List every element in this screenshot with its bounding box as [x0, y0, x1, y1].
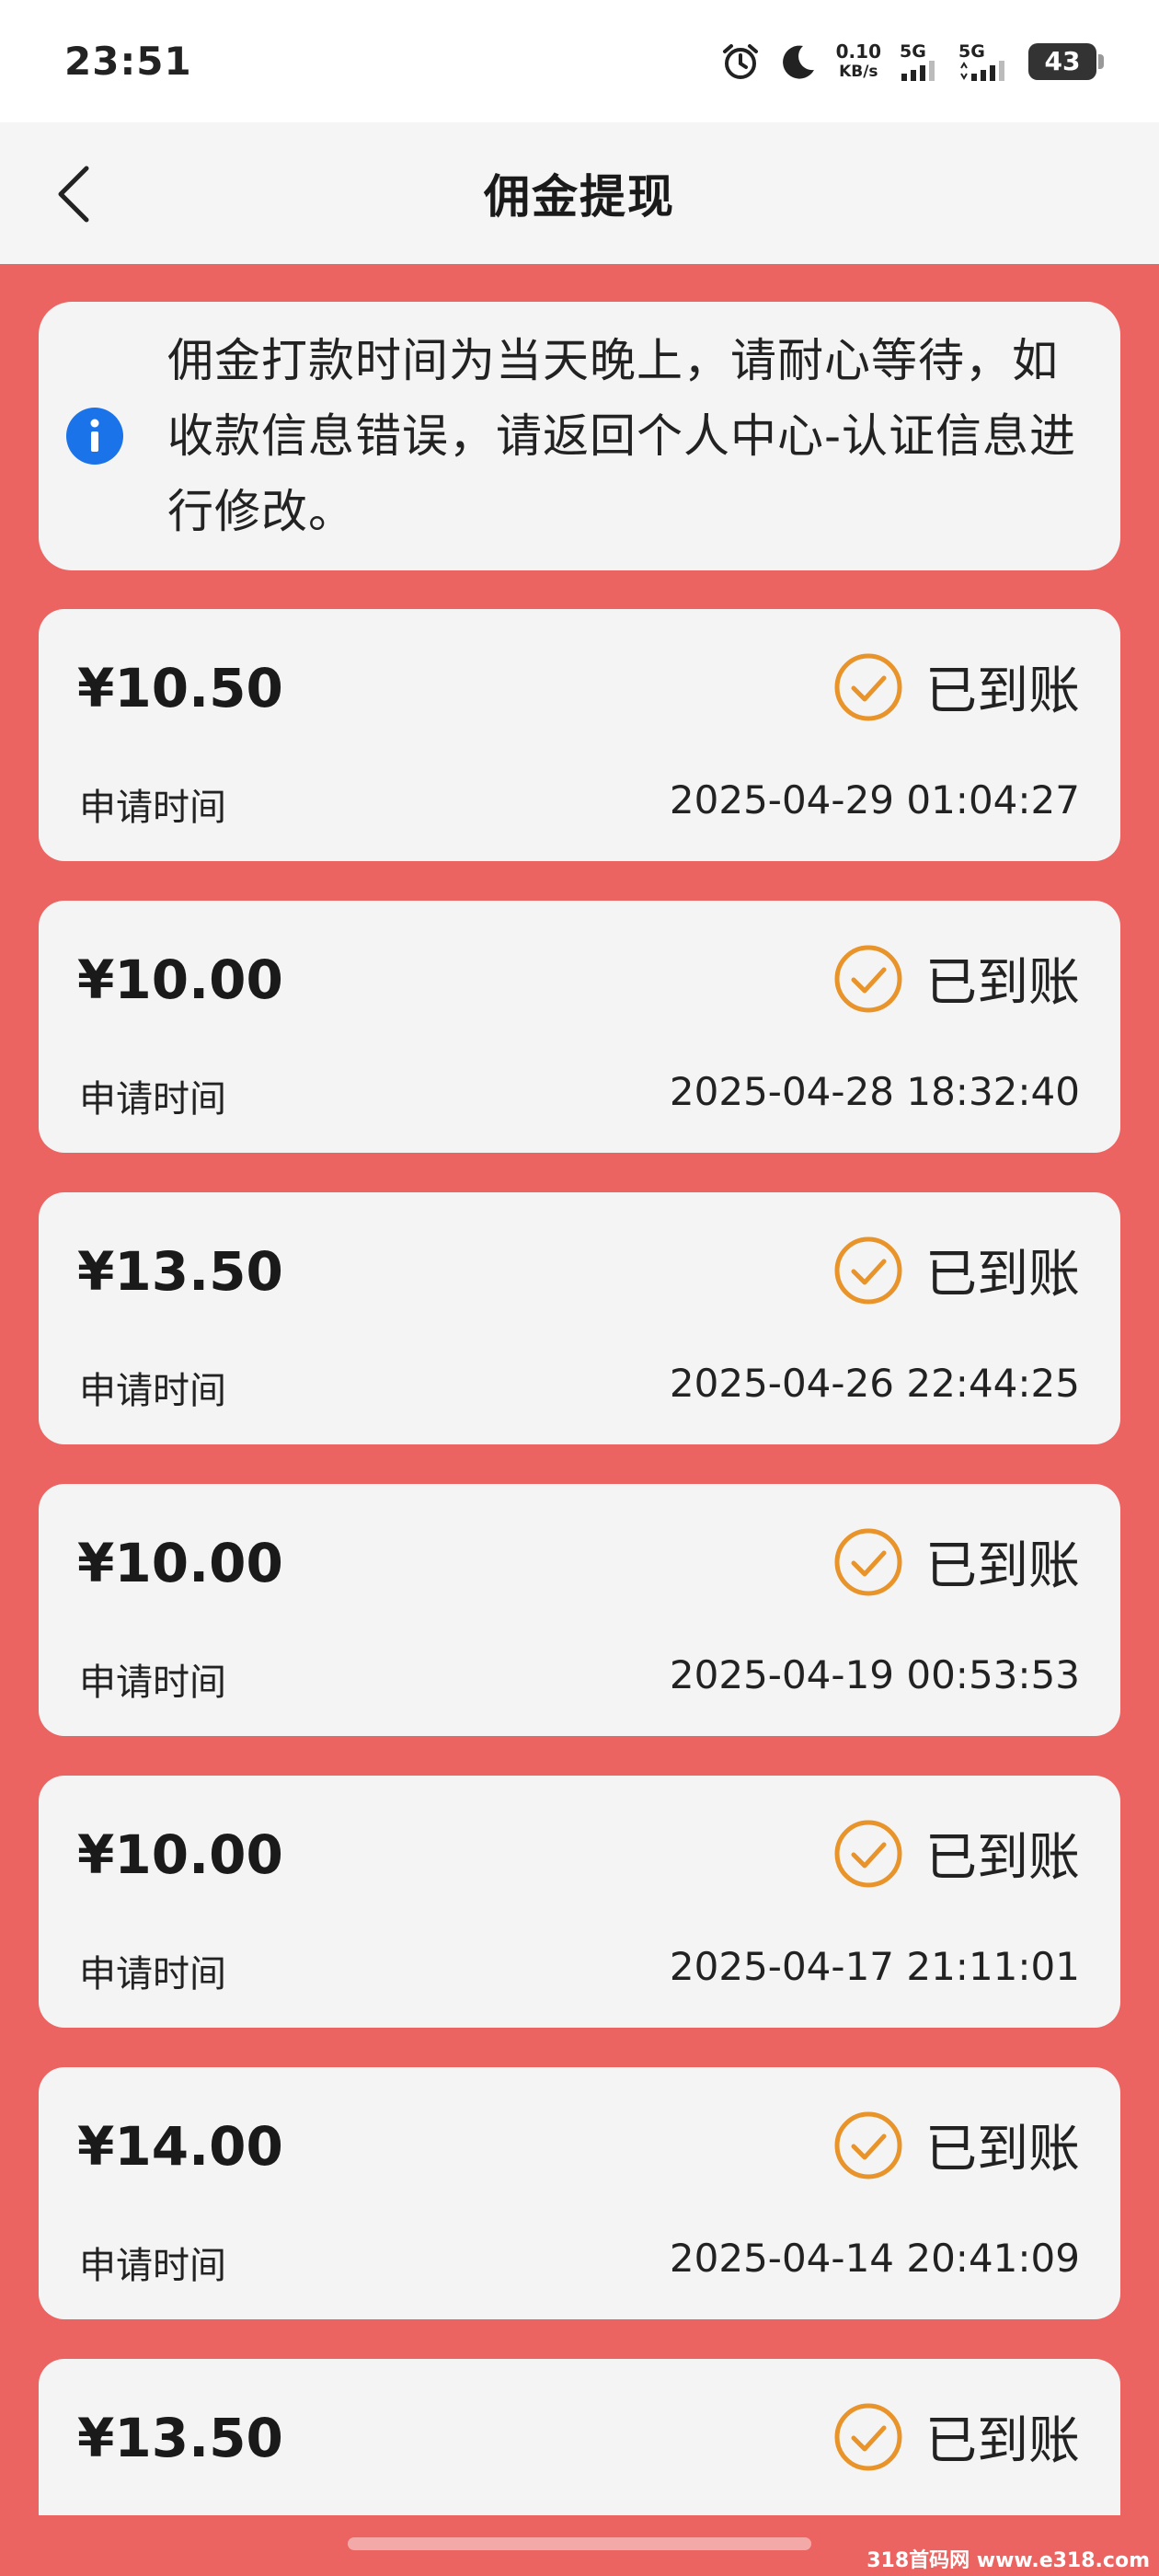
- status-badge: 已到账: [833, 941, 1080, 1016]
- signal-2: 5G: [958, 42, 1010, 81]
- list-item[interactable]: ¥10.00 已到账 申请时间 2025-04-28 18:32:40: [39, 901, 1120, 1153]
- signal-1-label: 5G: [900, 40, 926, 62]
- notice-banner: 佣金打款时间为当天晚上，请耐心等待，如收款信息错误，请返回个人中心-认证信息进行…: [39, 302, 1120, 570]
- list-item[interactable]: ¥13.50 已到账: [39, 2359, 1120, 2515]
- amount: ¥10.00: [77, 1823, 283, 1886]
- apply-time-label: 申请时间: [79, 1078, 226, 1121]
- status-text: 已到账: [925, 1245, 1080, 1305]
- amount: ¥13.50: [77, 1240, 283, 1303]
- signal-1: 5G: [900, 42, 940, 81]
- check-circle-icon: [834, 2111, 902, 2179]
- check-circle-icon: [834, 2403, 902, 2470]
- status-text: 已到账: [925, 2120, 1080, 2179]
- amount: ¥14.00: [77, 2115, 283, 2178]
- check-circle-icon: [834, 945, 902, 1012]
- list-item[interactable]: ¥14.00 已到账 申请时间 2025-04-14 20:41:09: [39, 2067, 1120, 2319]
- list-item[interactable]: ¥13.50 已到账 申请时间 2025-04-26 22:44:25: [39, 1192, 1120, 1444]
- apply-time: 2025-04-19 00:53:53: [669, 1652, 1080, 1697]
- signal-icon: [901, 60, 935, 81]
- list-item[interactable]: ¥10.50 已到账 申请时间 2025-04-29 01:04:27: [39, 609, 1120, 861]
- apply-time: 2025-04-17 21:11:01: [669, 1944, 1080, 1989]
- battery-icon: 43: [1028, 42, 1104, 80]
- withdrawal-list: ¥10.50 已到账 申请时间 2025-04-29 01:04:27 ¥10.…: [39, 609, 1120, 2515]
- apply-time-label: 申请时间: [79, 1370, 226, 1412]
- status-text: 已到账: [925, 953, 1080, 1013]
- apply-time: 2025-04-26 22:44:25: [669, 1361, 1080, 1406]
- apply-time: 2025-04-14 20:41:09: [669, 2236, 1080, 2281]
- page-title: 佣金提现: [484, 170, 675, 224]
- status-badge: 已到账: [833, 1524, 1080, 1599]
- status-badge: 已到账: [833, 650, 1080, 724]
- net-speed-unit: KB/s: [839, 62, 878, 81]
- status-bar: 23:51 0.10 KB/s 5G 5G 43: [0, 0, 1159, 122]
- watermark: 318首码网 www.e318.com: [866, 2549, 1150, 2572]
- status-text: 已到账: [925, 1536, 1080, 1596]
- status-badge: 已到账: [833, 2108, 1080, 2182]
- status-badge: 已到账: [833, 1233, 1080, 1307]
- amount: ¥10.50: [77, 657, 283, 719]
- check-circle-icon: [834, 1820, 902, 1887]
- check-circle-icon: [834, 653, 902, 720]
- status-text: 已到账: [925, 2411, 1080, 2471]
- status-time: 23:51: [64, 39, 192, 84]
- status-badge: 已到账: [833, 2399, 1080, 2474]
- signal-2-label: 5G: [958, 40, 985, 62]
- apply-time-label: 申请时间: [79, 787, 226, 829]
- amount: ¥10.00: [77, 949, 283, 1011]
- check-circle-icon: [834, 1236, 902, 1304]
- net-speed-value: 0.10: [835, 40, 881, 63]
- status-badge: 已到账: [833, 1816, 1080, 1891]
- apply-time: 2025-04-29 01:04:27: [669, 777, 1080, 822]
- list-item[interactable]: ¥10.00 已到账 申请时间 2025-04-17 21:11:01: [39, 1776, 1120, 2028]
- amount: ¥13.50: [77, 2407, 283, 2469]
- status-text: 已到账: [925, 1828, 1080, 1888]
- net-speed: 0.10 KB/s: [836, 41, 881, 82]
- apply-time-label: 申请时间: [79, 1662, 226, 1704]
- notice-text: 佣金打款时间为当天晚上，请耐心等待，如收款信息错误，请返回个人中心-认证信息进行…: [167, 334, 1077, 538]
- check-circle-icon: [834, 1528, 902, 1595]
- apply-time-label: 申请时间: [79, 1953, 226, 1995]
- nav-bar: 佣金提现: [0, 122, 1159, 264]
- list-item[interactable]: ¥10.00 已到账 申请时间 2025-04-19 00:53:53: [39, 1484, 1120, 1736]
- apply-time-label: 申请时间: [79, 2245, 226, 2287]
- apply-time: 2025-04-28 18:32:40: [669, 1069, 1080, 1114]
- alarm-icon: [722, 43, 758, 79]
- status-text: 已到账: [925, 661, 1080, 721]
- home-indicator[interactable]: [348, 2537, 811, 2550]
- moon-icon: [782, 45, 814, 79]
- signal-icon: [960, 60, 1004, 81]
- info-icon: [66, 408, 123, 465]
- status-icons: 0.10 KB/s 5G 5G 43: [720, 41, 1104, 82]
- amount: ¥10.00: [77, 1532, 283, 1594]
